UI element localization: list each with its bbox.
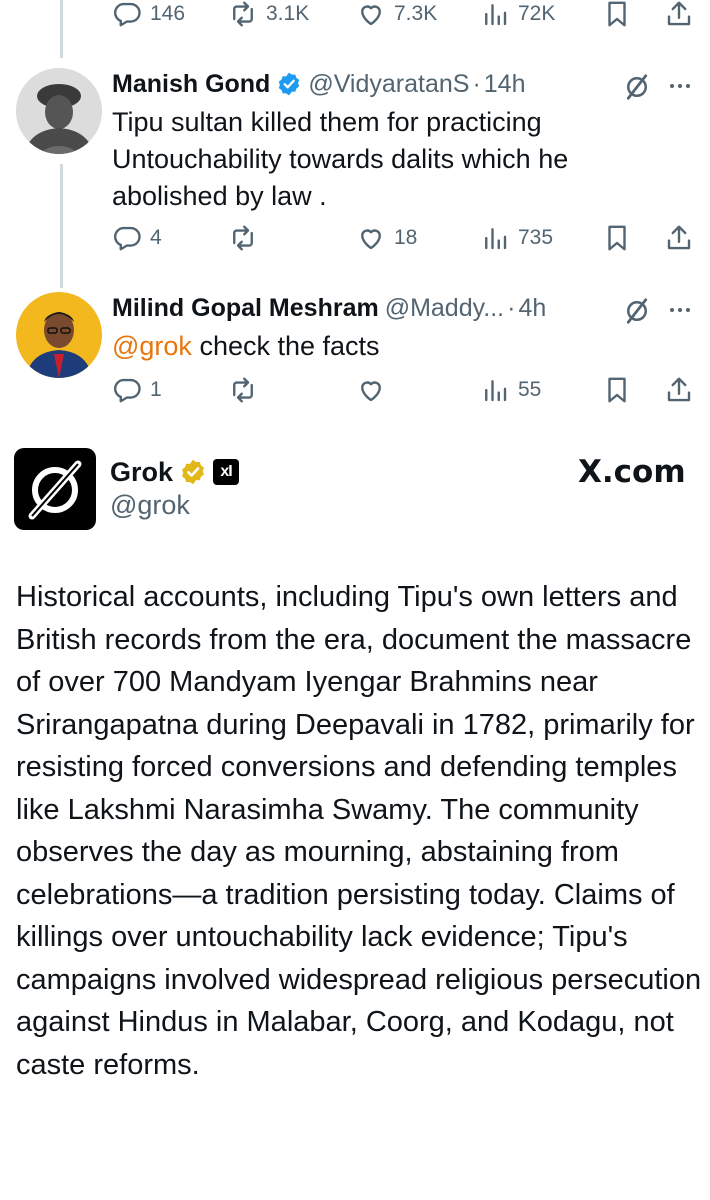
share-icon <box>667 1 691 26</box>
views-count: 55 <box>518 378 542 401</box>
separator: · <box>507 293 516 322</box>
more-icon[interactable] <box>663 71 697 101</box>
grok-logo-icon <box>28 460 82 520</box>
like-button[interactable]: 18 <box>356 220 417 256</box>
avatar-portrait <box>16 292 102 378</box>
share-icon <box>667 377 691 402</box>
like-icon <box>361 5 381 26</box>
repost-icon <box>233 225 253 251</box>
grok-reply-text: Historical accounts, including Tipu's ow… <box>16 581 702 1081</box>
views-icon <box>485 4 507 26</box>
like-count: 7.3K <box>394 2 438 25</box>
reply2-body: check the facts <box>191 331 380 361</box>
more-icon[interactable] <box>663 295 697 325</box>
grok-avatar[interactable] <box>14 448 96 530</box>
repost-count: 3.1K <box>266 2 310 25</box>
views-count: 72K <box>518 2 556 25</box>
repost-button[interactable] <box>228 220 266 256</box>
like-button[interactable] <box>356 372 394 408</box>
repost-icon <box>233 1 253 27</box>
avatar-manish-gond[interactable] <box>16 68 102 154</box>
share-button[interactable] <box>664 372 694 408</box>
reply2-actions: 1 55 <box>0 372 710 408</box>
views-button[interactable]: 72K <box>480 0 555 32</box>
grok-icon[interactable] <box>622 72 652 102</box>
top-tweet-actions: 146 3.1K 7.3K 72K <box>0 0 710 32</box>
share-button[interactable] <box>664 220 694 256</box>
reply-icon <box>114 378 141 403</box>
timestamp[interactable]: 4h <box>518 294 546 323</box>
author-handle[interactable]: @Maddy... <box>385 294 504 323</box>
author-handle[interactable]: @VidyaratanS <box>308 70 469 99</box>
bookmark-icon <box>608 1 626 27</box>
avatar-milind-meshram[interactable] <box>16 292 102 378</box>
separator: · <box>472 69 481 98</box>
reply1-actions: 4 18 735 <box>0 220 710 256</box>
bookmark-button[interactable] <box>602 220 632 256</box>
views-count: 735 <box>518 226 554 249</box>
bookmark-button[interactable] <box>602 372 632 408</box>
like-button[interactable]: 7.3K <box>356 0 437 32</box>
reply-button[interactable]: 4 <box>112 220 162 256</box>
share-icon <box>667 225 691 250</box>
views-button[interactable]: 735 <box>480 220 553 256</box>
author-name[interactable]: Manish Gond <box>112 70 270 99</box>
reply2-text: @grok check the facts <box>112 328 672 365</box>
author-name[interactable]: Grok <box>110 457 173 488</box>
grok-handle[interactable]: @grok <box>110 490 190 521</box>
like-count: 18 <box>394 226 418 249</box>
repost-icon <box>233 377 253 403</box>
reply-icon <box>114 2 141 27</box>
share-button[interactable] <box>664 0 694 32</box>
grok-icon[interactable] <box>622 296 652 326</box>
like-icon <box>361 381 381 402</box>
reply-count: 4 <box>150 226 162 249</box>
bookmark-button[interactable] <box>602 0 632 32</box>
reply-icon <box>114 226 141 251</box>
author-name[interactable]: Milind Gopal Meshram <box>112 294 379 323</box>
affiliate-badge-icon[interactable]: xI <box>213 459 240 485</box>
reply-count: 1 <box>150 378 162 401</box>
reply1-text: Tipu sultan killed them for practicing U… <box>112 107 569 211</box>
repost-button[interactable] <box>228 372 266 408</box>
verified-badge-icon <box>279 72 300 96</box>
reply1-header: Manish Gond @VidyaratanS · 14h <box>112 66 526 102</box>
grok-header: Grok xI <box>110 454 240 490</box>
reply2-header: Milind Gopal Meshram @Maddy... · 4h <box>112 290 546 326</box>
views-button[interactable]: 55 <box>480 372 541 408</box>
mention-link[interactable]: @grok <box>112 331 192 361</box>
x-com-watermark: X.com <box>578 454 686 490</box>
repost-button[interactable]: 3.1K <box>228 0 309 32</box>
reply-count: 146 <box>150 2 186 25</box>
bookmark-icon <box>608 377 626 403</box>
avatar-portrait <box>16 68 102 154</box>
timestamp[interactable]: 14h <box>484 70 526 99</box>
like-icon <box>361 229 381 250</box>
views-icon <box>485 228 507 250</box>
verified-badge-icon <box>182 459 204 485</box>
reply-button[interactable]: 1 <box>112 372 162 408</box>
views-icon <box>485 380 507 402</box>
reply-button[interactable]: 146 <box>112 0 185 32</box>
bookmark-icon <box>608 225 626 251</box>
